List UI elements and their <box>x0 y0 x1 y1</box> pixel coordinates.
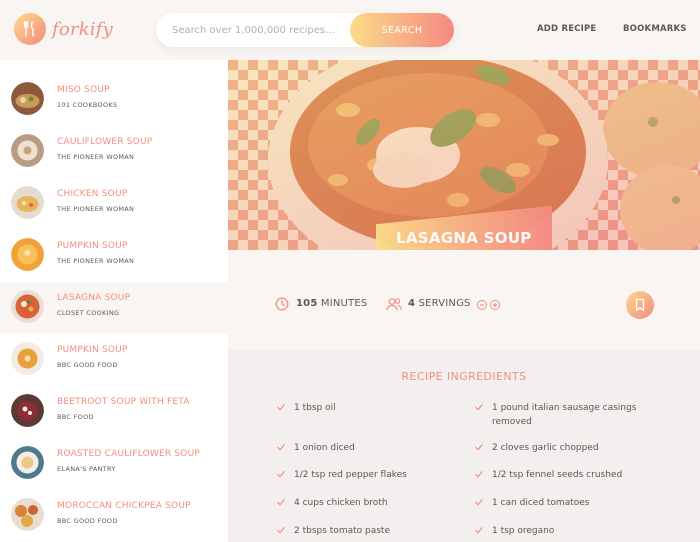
result-title: PUMPKIN SOUP <box>57 241 128 251</box>
result-thumbnail <box>11 134 44 167</box>
ingredient-text: 2 tbsps tomato paste <box>294 526 390 536</box>
result-title: CAULIFLOWER SOUP <box>57 137 153 147</box>
ingredient-text: 1 tbsp oil <box>294 403 336 413</box>
ingredients-heading: RECIPE INGREDIENTS <box>401 370 527 383</box>
result-thumbnail <box>11 446 44 479</box>
ingredient-text: 2 cloves garlic chopped <box>492 443 599 453</box>
result-item[interactable]: PUMPKIN SOUP THE PIONEER WOMAN <box>0 230 228 282</box>
check-icon <box>475 527 483 534</box>
clock-icon <box>275 297 289 311</box>
bookmark-button[interactable] <box>626 291 654 319</box>
result-publisher: ELANA'S PANTRY <box>57 465 116 473</box>
result-publisher: BBC FOOD <box>57 413 94 421</box>
check-icon <box>277 404 285 411</box>
result-thumbnail <box>11 342 44 375</box>
servings-value: 4 <box>408 298 416 309</box>
result-publisher: THE PIONEER WOMAN <box>57 205 135 213</box>
result-publisher: BBC GOOD FOOD <box>57 361 118 369</box>
servings-unit: SERVINGS <box>418 298 471 309</box>
cooking-time-value: 105 <box>296 298 318 309</box>
ingredient-text: 1/2 tsp fennel seeds crushed <box>492 470 623 480</box>
decrease-servings-button[interactable] <box>477 300 487 310</box>
result-thumbnail <box>11 238 44 271</box>
search-input[interactable] <box>172 13 352 47</box>
result-publisher: CLOSET COOKING <box>57 309 120 317</box>
minus-icon <box>480 304 484 306</box>
recipe-details: 105 MINUTES 4 SERVINGS <box>228 250 700 350</box>
result-thumbnail <box>11 82 44 115</box>
cooking-time: 105 MINUTES <box>296 298 367 309</box>
check-icon <box>277 444 285 451</box>
result-title: BEETROOT SOUP WITH FETA <box>57 397 190 407</box>
recipe-view: LASAGNA SOUP 105 MINUTES 4 SERVINGS RECI… <box>228 60 700 542</box>
header: forkify SEARCH ADD RECIPE BOOKMARKS <box>0 0 700 60</box>
check-icon <box>277 527 285 534</box>
search-button[interactable]: SEARCH <box>350 13 454 47</box>
result-item[interactable]: MISO SOUP 101 COOKBOOKS <box>0 74 228 126</box>
result-publisher: THE PIONEER WOMAN <box>57 153 135 161</box>
result-item[interactable]: CAULIFLOWER SOUP THE PIONEER WOMAN <box>0 126 228 178</box>
result-title: CHICKEN SOUP <box>57 189 128 199</box>
increase-servings-button[interactable] <box>490 300 500 310</box>
result-title: MOROCCAN CHICKPEA SOUP <box>57 501 191 511</box>
result-title: ROASTED CAULIFLOWER SOUP <box>57 449 200 459</box>
ingredient-text: 1 tsp oregano <box>492 526 555 536</box>
result-publisher: THE PIONEER WOMAN <box>57 257 135 265</box>
result-publisher: BBC GOOD FOOD <box>57 517 118 525</box>
result-item[interactable]: BEETROOT SOUP WITH FETA BBC FOOD <box>0 386 228 438</box>
result-thumbnail <box>11 498 44 531</box>
check-icon <box>277 471 285 478</box>
search-bar: SEARCH <box>156 13 454 47</box>
result-title: PUMPKIN SOUP <box>57 345 128 355</box>
users-icon <box>386 298 402 311</box>
result-thumbnail <box>11 290 44 323</box>
bookmarks-button[interactable]: BOOKMARKS <box>623 24 687 34</box>
result-item-active[interactable]: LASAGNA SOUP CLOSET COOKING <box>0 282 228 334</box>
result-thumbnail <box>11 394 44 427</box>
servings: 4 SERVINGS <box>408 298 471 309</box>
ingredient-text: 1/2 tsp red pepper flakes <box>294 470 407 480</box>
bookmark-icon <box>635 298 645 312</box>
ingredient-text: 1 onion diced <box>294 443 355 453</box>
result-item[interactable]: ROASTED CAULIFLOWER SOUP ELANA'S PANTRY <box>0 438 228 490</box>
check-icon <box>475 499 483 506</box>
check-icon <box>475 444 483 451</box>
ingredients-section: RECIPE INGREDIENTS 1 tbsp oil 1 pound it… <box>228 350 700 542</box>
plus-icon <box>493 303 497 307</box>
logo[interactable]: forkify <box>14 13 113 45</box>
ingredient-text: 1 can diced tomatoes <box>492 498 590 508</box>
check-icon <box>475 404 483 411</box>
result-item[interactable]: MOROCCAN CHICKPEA SOUP BBC GOOD FOOD <box>0 490 228 542</box>
search-results: MISO SOUP 101 COOKBOOKS CAULIFLOWER SOUP… <box>0 60 228 542</box>
result-title: LASAGNA SOUP <box>57 293 131 303</box>
ingredient-text: 1 pound italian sausage casings removed <box>492 403 637 427</box>
ingredient-text: 4 cups chicken broth <box>294 498 388 508</box>
result-item[interactable]: PUMPKIN SOUP BBC GOOD FOOD <box>0 334 228 386</box>
fork-knife-icon <box>14 13 46 45</box>
check-icon <box>475 471 483 478</box>
result-publisher: 101 COOKBOOKS <box>57 101 118 109</box>
result-title: MISO SOUP <box>57 85 110 95</box>
logo-text: forkify <box>52 18 113 40</box>
cooking-time-unit: MINUTES <box>320 298 368 309</box>
check-icon <box>277 499 285 506</box>
recipe-title-text: LASAGNA SOUP <box>396 229 532 248</box>
add-recipe-button[interactable]: ADD RECIPE <box>537 24 596 34</box>
result-item[interactable]: CHICKEN SOUP THE PIONEER WOMAN <box>0 178 228 230</box>
result-thumbnail <box>11 186 44 219</box>
